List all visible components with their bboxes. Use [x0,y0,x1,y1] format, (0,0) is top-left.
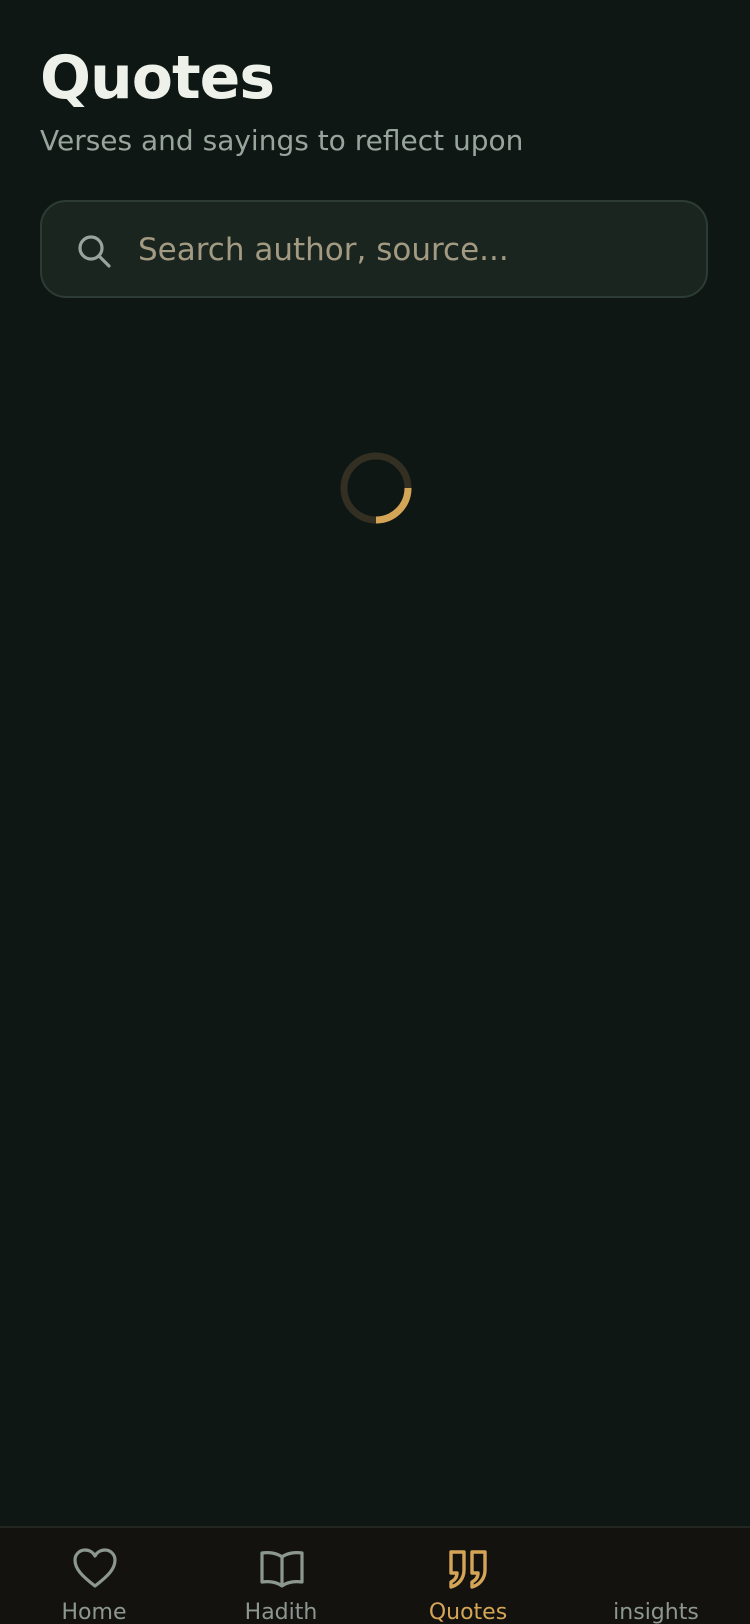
quote-icon [449,1550,487,1589]
search-bar[interactable] [40,200,708,298]
loading-spinner-icon [340,452,412,524]
open-book-icon [260,1551,304,1588]
tab-quotes[interactable]: Quotes [374,1528,562,1624]
search-input[interactable] [138,222,678,278]
tab-insights-label: insights [613,1600,699,1624]
quotes-screen: Quotes Verses and sayings to reflect upo… [0,0,750,1624]
tab-home[interactable]: Home [0,1528,188,1624]
tab-insights[interactable]: insights [562,1528,750,1624]
search-icon [78,235,111,268]
tab-home-label: Home [61,1600,127,1624]
tab-hadith[interactable]: Hadith [187,1528,375,1624]
page-title: Quotes [40,43,275,113]
page-subtitle: Verses and sayings to reflect upon [40,124,524,157]
bottom-tab-bar: Home Hadith Quotes insights [0,1526,750,1624]
heart-icon [73,1548,117,1588]
tab-hadith-label: Hadith [244,1600,318,1624]
tab-quotes-label: Quotes [428,1600,508,1624]
